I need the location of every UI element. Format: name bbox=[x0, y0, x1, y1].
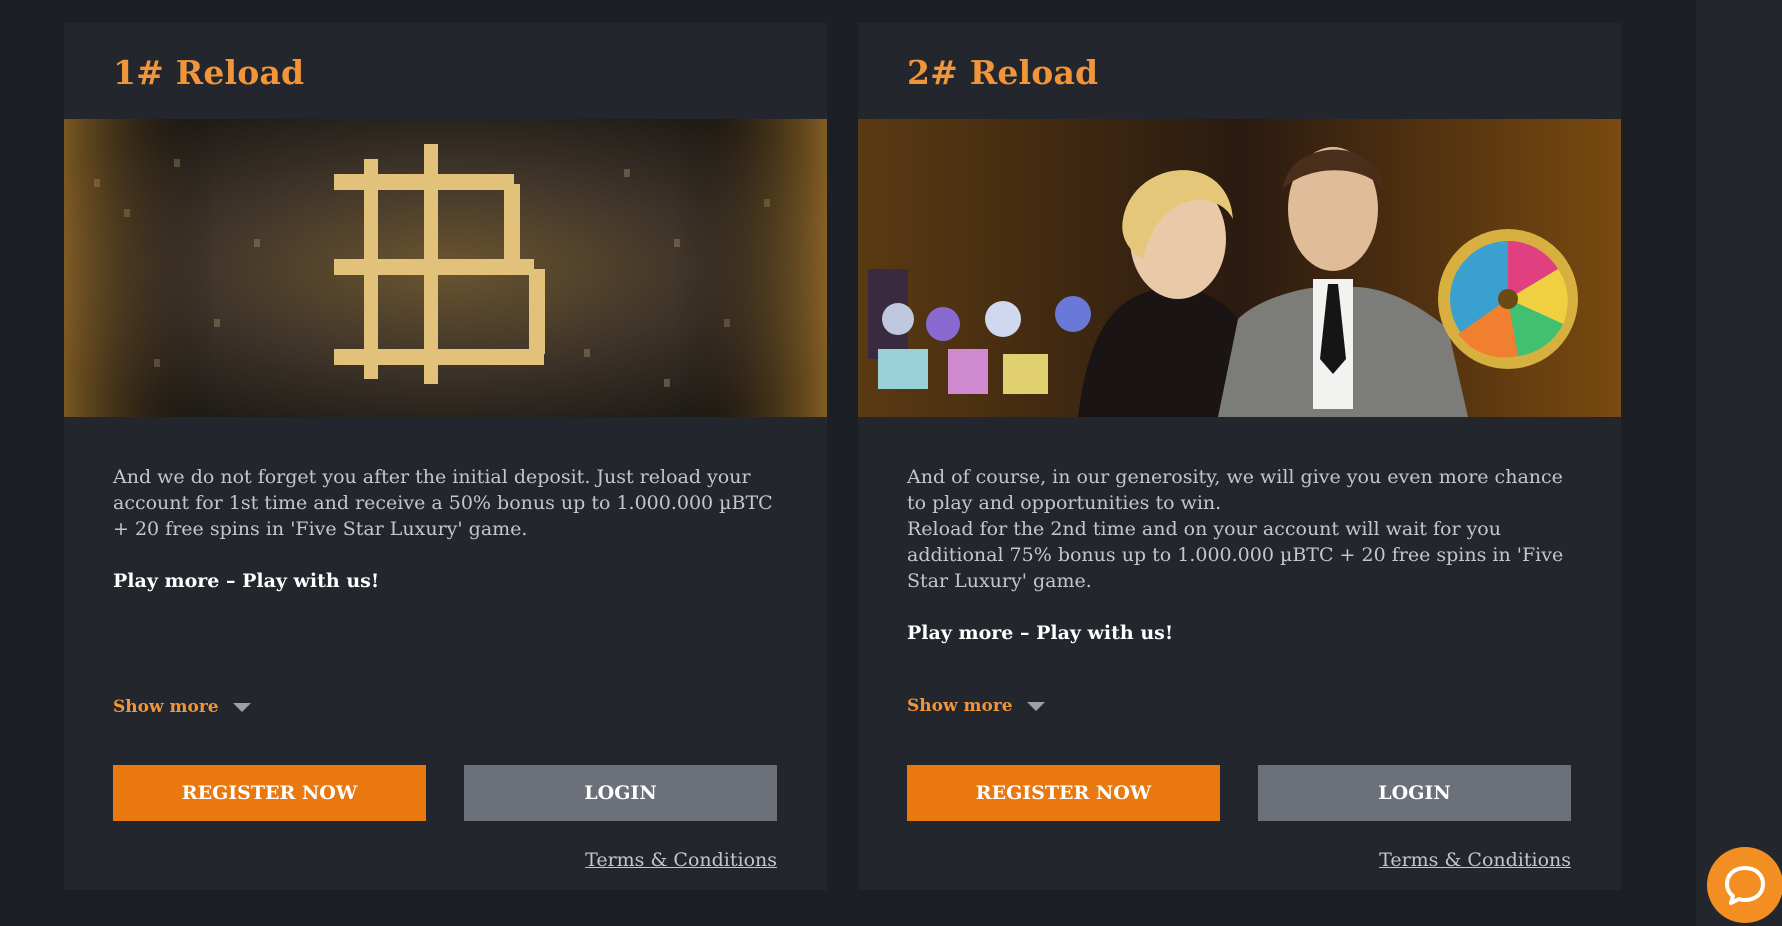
card-description: And of course, in our generosity, we wil… bbox=[907, 464, 1567, 646]
chat-button[interactable] bbox=[1707, 847, 1782, 923]
reload-card-2: 2# Reload And of course, in our generosi… bbox=[858, 23, 1621, 890]
chevron-down-icon bbox=[232, 702, 251, 712]
card-title: 1# Reload bbox=[113, 53, 305, 92]
show-more-label: Show more bbox=[907, 696, 1013, 716]
side-strip bbox=[1696, 0, 1782, 926]
chat-bubble-icon bbox=[1725, 866, 1765, 905]
bitcoin-city-image bbox=[64, 119, 827, 417]
card-tagline: Play more – Play with us! bbox=[113, 570, 380, 592]
page: 1# Reload And we do not forget you after… bbox=[0, 0, 1782, 926]
show-more-toggle[interactable]: Show more bbox=[907, 696, 1045, 716]
register-button[interactable]: REGISTER NOW bbox=[113, 765, 426, 821]
card-body-text: And of course, in our generosity, we wil… bbox=[907, 466, 1564, 592]
card-tagline: Play more – Play with us! bbox=[907, 622, 1174, 644]
show-more-label: Show more bbox=[113, 697, 219, 717]
reload-card-1: 1# Reload And we do not forget you after… bbox=[64, 23, 827, 890]
login-button[interactable]: LOGIN bbox=[1258, 765, 1571, 821]
login-button[interactable]: LOGIN bbox=[464, 765, 777, 821]
show-more-toggle[interactable]: Show more bbox=[113, 697, 251, 717]
chevron-down-icon bbox=[1026, 701, 1045, 711]
terms-link[interactable]: Terms & Conditions bbox=[1379, 849, 1571, 871]
register-button[interactable]: REGISTER NOW bbox=[907, 765, 1220, 821]
terms-link[interactable]: Terms & Conditions bbox=[585, 849, 777, 871]
card-description: And we do not forget you after the initi… bbox=[113, 464, 773, 594]
card-title: 2# Reload bbox=[907, 53, 1099, 92]
card-body-text: And we do not forget you after the initi… bbox=[113, 466, 773, 540]
casino-couple-image bbox=[858, 119, 1621, 417]
